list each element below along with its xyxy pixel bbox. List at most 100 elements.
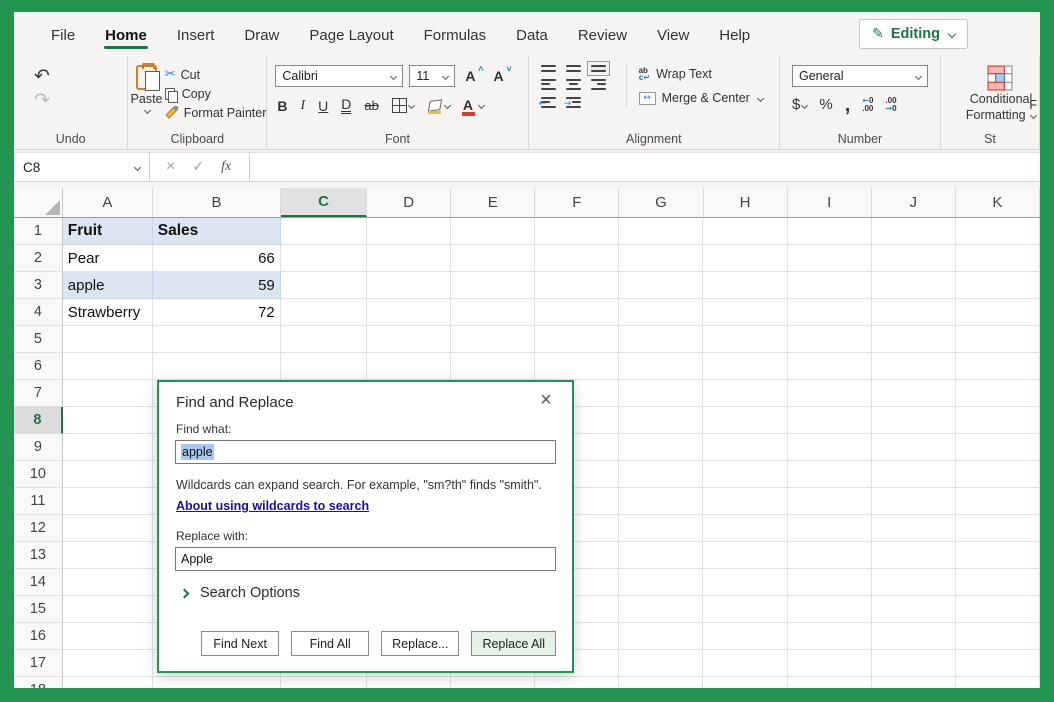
cell-F1[interactable] <box>535 218 619 245</box>
tab-view[interactable]: View <box>642 17 704 51</box>
row-header-2[interactable]: 2 <box>14 245 63 272</box>
cell-J13[interactable] <box>872 542 956 569</box>
cell-G15[interactable] <box>619 596 703 623</box>
tab-draw[interactable]: Draw <box>229 17 294 51</box>
cell-J2[interactable] <box>872 245 956 272</box>
formula-input[interactable] <box>250 153 1040 181</box>
cell-B18[interactable] <box>153 677 281 688</box>
cell-A1[interactable]: Fruit <box>63 218 153 245</box>
cut-button[interactable]: ✂ Cut <box>165 67 267 82</box>
align-top-icon[interactable] <box>541 65 556 72</box>
cell-I17[interactable] <box>788 650 872 677</box>
tab-review[interactable]: Review <box>563 17 642 51</box>
cell-K13[interactable] <box>956 542 1040 569</box>
cell-I15[interactable] <box>788 596 872 623</box>
cell-I16[interactable] <box>788 623 872 650</box>
column-header-B[interactable]: B <box>153 188 281 217</box>
cell-G4[interactable] <box>619 299 703 326</box>
cell-A14[interactable] <box>63 569 153 596</box>
cell-F3[interactable] <box>535 272 619 299</box>
cell-I2[interactable] <box>788 245 872 272</box>
tab-data[interactable]: Data <box>501 17 563 51</box>
cell-F18[interactable] <box>535 677 619 688</box>
row-header-17[interactable]: 17 <box>14 650 63 677</box>
cell-K15[interactable] <box>956 596 1040 623</box>
double-underline-button[interactable]: D <box>341 97 351 114</box>
fill-color-button[interactable] <box>427 99 450 113</box>
column-header-K[interactable]: K <box>956 188 1040 217</box>
cell-H18[interactable] <box>703 677 787 688</box>
cell-E18[interactable] <box>451 677 535 688</box>
cell-A17[interactable] <box>63 650 153 677</box>
cell-K4[interactable] <box>956 299 1040 326</box>
cell-I3[interactable] <box>788 272 872 299</box>
cell-I5[interactable] <box>788 326 872 353</box>
percent-button[interactable]: % <box>819 96 832 113</box>
cell-J17[interactable] <box>872 650 956 677</box>
cell-C6[interactable] <box>281 353 367 380</box>
cell-H4[interactable] <box>703 299 787 326</box>
column-header-A[interactable]: A <box>63 188 153 217</box>
cell-I10[interactable] <box>788 461 872 488</box>
cell-H12[interactable] <box>703 515 787 542</box>
cell-A10[interactable] <box>63 461 153 488</box>
redo-icon[interactable]: ↷ <box>34 89 50 111</box>
cell-J10[interactable] <box>872 461 956 488</box>
align-right-icon[interactable] <box>591 79 606 90</box>
cell-H8[interactable] <box>703 407 787 434</box>
cell-G7[interactable] <box>619 380 703 407</box>
column-header-J[interactable]: J <box>872 188 956 217</box>
row-header-10[interactable]: 10 <box>14 461 63 488</box>
cell-C2[interactable] <box>281 245 367 272</box>
cell-J1[interactable] <box>872 218 956 245</box>
cell-I11[interactable] <box>788 488 872 515</box>
row-header-7[interactable]: 7 <box>14 380 63 407</box>
cell-E2[interactable] <box>451 245 535 272</box>
decrease-font-size-button[interactable]: A˅ <box>493 68 511 84</box>
cell-B4[interactable]: 72 <box>153 299 281 326</box>
cell-H17[interactable] <box>703 650 787 677</box>
cell-G1[interactable] <box>619 218 703 245</box>
cell-C1[interactable] <box>281 218 367 245</box>
cell-C18[interactable] <box>281 677 367 688</box>
cell-G8[interactable] <box>619 407 703 434</box>
cell-K12[interactable] <box>956 515 1040 542</box>
cell-J18[interactable] <box>872 677 956 688</box>
cell-K5[interactable] <box>956 326 1040 353</box>
tab-insert[interactable]: Insert <box>162 17 230 51</box>
cell-J15[interactable] <box>872 596 956 623</box>
cell-A11[interactable] <box>63 488 153 515</box>
align-left-icon[interactable] <box>541 79 556 90</box>
row-header-5[interactable]: 5 <box>14 326 63 353</box>
cell-K7[interactable] <box>956 380 1040 407</box>
row-header-14[interactable]: 14 <box>14 569 63 596</box>
cell-D1[interactable] <box>367 218 451 245</box>
cell-H1[interactable] <box>703 218 787 245</box>
cell-K16[interactable] <box>956 623 1040 650</box>
column-header-I[interactable]: I <box>788 188 872 217</box>
select-all-corner[interactable] <box>14 188 63 217</box>
cell-A2[interactable]: Pear <box>63 245 153 272</box>
cell-C3[interactable] <box>281 272 367 299</box>
tab-help[interactable]: Help <box>704 17 765 51</box>
cell-D6[interactable] <box>367 353 451 380</box>
cell-H3[interactable] <box>703 272 787 299</box>
cell-F5[interactable] <box>535 326 619 353</box>
cell-G17[interactable] <box>619 650 703 677</box>
cell-I8[interactable] <box>788 407 872 434</box>
number-format-select[interactable]: General <box>792 65 928 87</box>
cell-J8[interactable] <box>872 407 956 434</box>
cell-J16[interactable] <box>872 623 956 650</box>
cell-H2[interactable] <box>703 245 787 272</box>
cell-F4[interactable] <box>535 299 619 326</box>
cell-F6[interactable] <box>535 353 619 380</box>
cell-J4[interactable] <box>872 299 956 326</box>
cell-K11[interactable] <box>956 488 1040 515</box>
wrap-text-button[interactable]: abc↵ Wrap Text <box>639 67 763 81</box>
cell-G18[interactable] <box>619 677 703 688</box>
cell-I18[interactable] <box>788 677 872 688</box>
row-header-1[interactable]: 1 <box>14 218 63 245</box>
tab-formulas[interactable]: Formulas <box>409 17 502 51</box>
cell-D3[interactable] <box>367 272 451 299</box>
cell-C5[interactable] <box>281 326 367 353</box>
